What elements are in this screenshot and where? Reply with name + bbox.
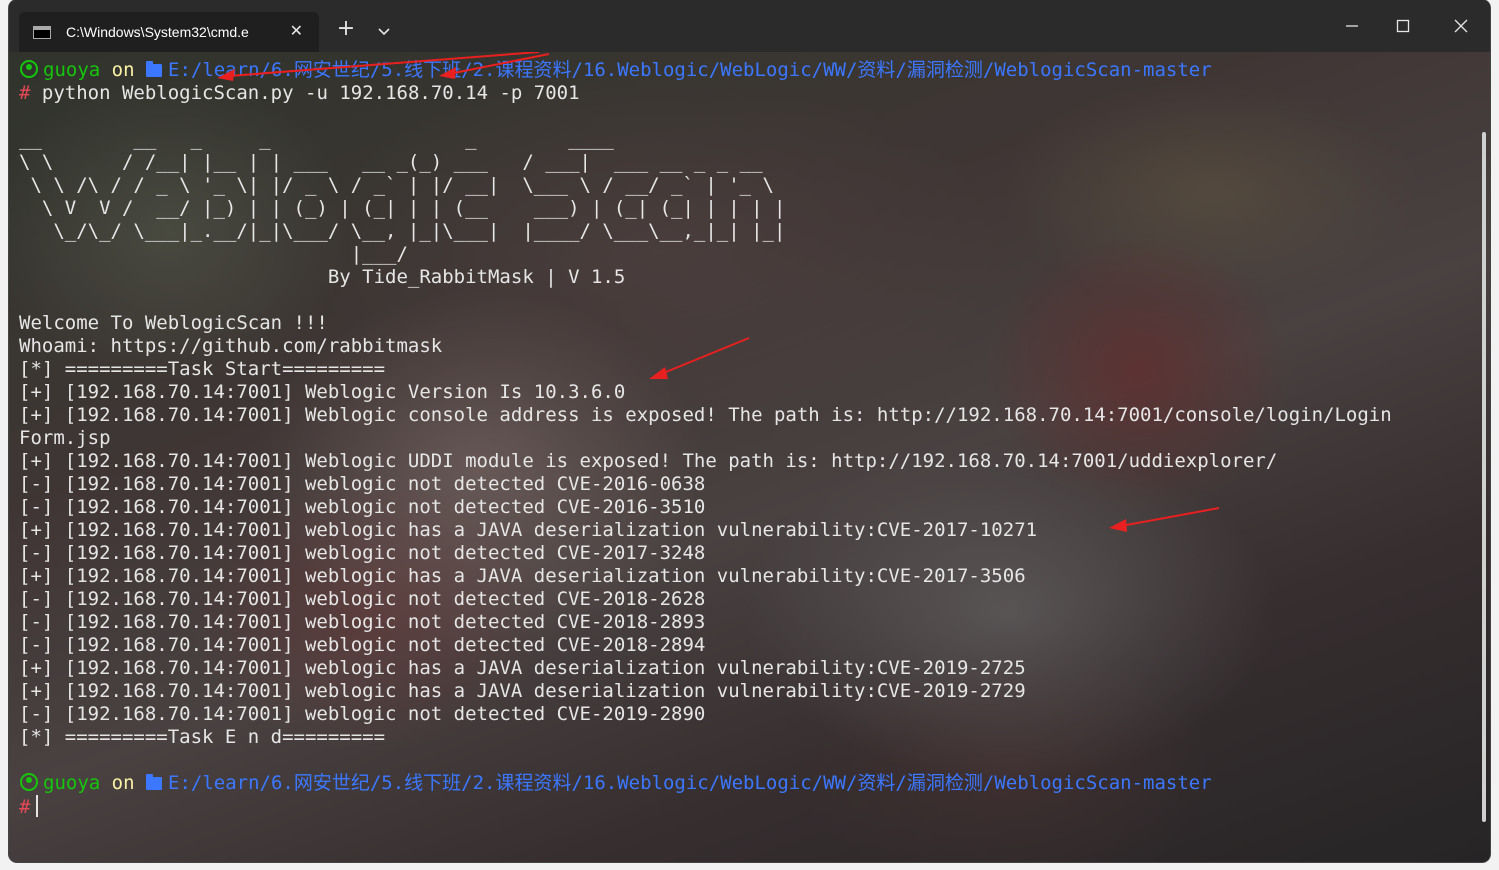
prompt-path: E:/learn/6.网安世纪/5.线下班/2.课程资料/16.Weblogic… xyxy=(168,59,1212,81)
prompt-hash: # xyxy=(19,82,31,104)
output-line: Whoami: https://github.com/rabbitmask xyxy=(19,335,443,357)
ascii-line: __ __ _ _ _ ____ xyxy=(19,128,820,150)
output-line: [-] [192.168.70.14:7001] weblogic not de… xyxy=(19,634,706,656)
prompt-line-2: guoya on E:/learn/6.网安世纪/5.线下班/2.课程资料/16… xyxy=(19,772,1469,795)
output-line: Form.jsp xyxy=(19,427,111,449)
output-line: [-] [192.168.70.14:7001] weblogic not de… xyxy=(19,496,706,518)
output-line: Welcome To WeblogicScan !!! xyxy=(19,312,328,334)
prompt-hash-2: # xyxy=(19,796,31,818)
output-line: [+] [192.168.70.14:7001] weblogic has a … xyxy=(19,565,1026,587)
terminal-window: C:\Windows\System32\cmd.e ✕ + guoya on E… xyxy=(9,0,1490,862)
output-line: [+] [192.168.70.14:7001] Weblogic consol… xyxy=(19,404,1392,426)
ascii-banner: __ __ _ _ _ ____ \ \ / /__| |__ | | ___ … xyxy=(19,128,1469,289)
command-text: python WeblogicScan.py -u 192.168.70.14 … xyxy=(41,82,580,104)
chevron-down-icon[interactable] xyxy=(372,19,396,43)
maximize-icon[interactable] xyxy=(1391,14,1415,38)
terminal-content[interactable]: guoya on E:/learn/6.网安世纪/5.线下班/2.课程资料/16… xyxy=(9,52,1490,862)
output-line: [+] [192.168.70.14:7001] weblogic has a … xyxy=(19,680,1026,702)
folder-icon xyxy=(146,61,162,77)
output-line: [-] [192.168.70.14:7001] weblogic not de… xyxy=(19,542,706,564)
folder-icon xyxy=(146,774,162,790)
ascii-line: |___/ xyxy=(19,243,420,265)
prompt-on-2: on xyxy=(111,772,135,794)
prompt-user: guoya xyxy=(43,59,101,81)
minimize-icon[interactable] xyxy=(1340,14,1364,38)
output-line: [-] [192.168.70.14:7001] weblogic not de… xyxy=(19,588,706,610)
input-line[interactable]: # xyxy=(19,795,1469,818)
prompt-on: on xyxy=(111,59,135,81)
cmd-icon xyxy=(33,25,51,39)
text-cursor xyxy=(36,795,39,817)
prompt-user-2: guoya xyxy=(43,772,101,794)
output-line: [+] [192.168.70.14:7001] Weblogic Versio… xyxy=(19,381,626,403)
title-bar: C:\Windows\System32\cmd.e ✕ + xyxy=(9,0,1490,52)
output-line: [-] [192.168.70.14:7001] weblogic not de… xyxy=(19,703,706,725)
ascii-line: \ \ /\ / / _ \ '_ \| |/ _ \ / _` | |/ __… xyxy=(19,174,786,196)
scan-output: Welcome To WeblogicScan !!! Whoami: https… xyxy=(19,289,1469,772)
new-tab-button[interactable]: + xyxy=(334,18,358,42)
vertical-scrollbar[interactable] xyxy=(1482,132,1486,822)
output-line: [-] [192.168.70.14:7001] weblogic not de… xyxy=(19,611,706,633)
output-line: [-] [192.168.70.14:7001] weblogic not de… xyxy=(19,473,706,495)
ascii-line: \ V V / __/ |_) | | (_) | (_| | | (__ __… xyxy=(19,197,786,219)
prompt-path-2: E:/learn/6.网安世纪/5.线下班/2.课程资料/16.Weblogic… xyxy=(168,772,1212,794)
command-line: # python WeblogicScan.py -u 192.168.70.1… xyxy=(19,82,1469,105)
close-tab-icon[interactable]: ✕ xyxy=(290,20,303,42)
tab-title: C:\Windows\System32\cmd.e xyxy=(66,24,249,40)
tab-cmd[interactable]: C:\Windows\System32\cmd.e ✕ xyxy=(19,12,319,52)
ascii-line: \ \ / /__| |__ | | ___ __ _(_) ___ / ___… xyxy=(19,151,786,173)
output-line: [+] [192.168.70.14:7001] weblogic has a … xyxy=(19,657,1026,679)
user-icon xyxy=(20,773,38,791)
output-line: [*] =========Task E n d========= xyxy=(19,726,386,748)
ascii-line: By Tide_RabbitMask | V 1.5 xyxy=(19,266,626,288)
close-window-icon[interactable] xyxy=(1449,14,1473,38)
user-icon xyxy=(20,60,38,78)
prompt-line: guoya on E:/learn/6.网安世纪/5.线下班/2.课程资料/16… xyxy=(19,59,1469,82)
terminal-output: guoya on E:/learn/6.网安世纪/5.线下班/2.课程资料/16… xyxy=(19,59,1469,859)
output-line: [+] [192.168.70.14:7001] Weblogic UDDI m… xyxy=(19,450,1278,472)
output-line: [*] =========Task Start========= xyxy=(19,358,386,380)
ascii-line: \_/\_/ \___|_.__/|_|\___/ \__, |_|\___| … xyxy=(19,220,786,242)
output-line: [+] [192.168.70.14:7001] weblogic has a … xyxy=(19,519,1038,541)
